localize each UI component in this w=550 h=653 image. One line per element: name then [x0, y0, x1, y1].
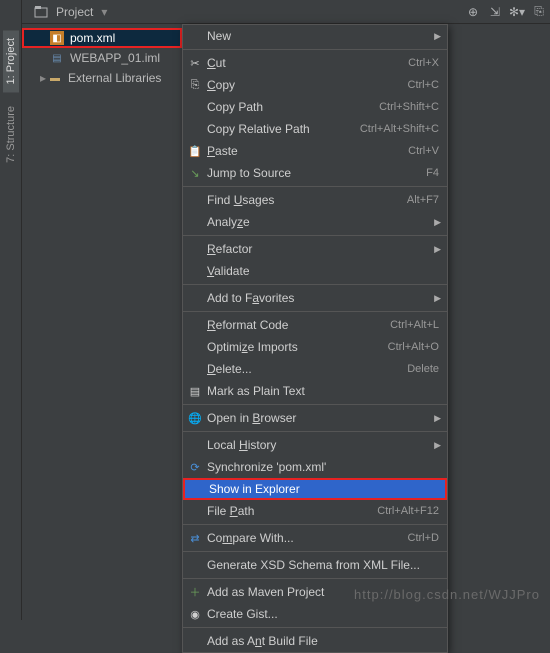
sidebar-tab-structure[interactable]: 7: Structure	[3, 98, 19, 171]
project-icon	[30, 1, 52, 23]
menu-synchronize[interactable]: ⟳Synchronize 'pom.xml'	[183, 456, 447, 478]
menu-paste[interactable]: 📋PasteCtrl+V	[183, 140, 447, 162]
github-icon: ◉	[187, 608, 203, 621]
menu-new[interactable]: New▶	[183, 25, 447, 47]
menu-mark-plain[interactable]: ▤Mark as Plain Text	[183, 380, 447, 402]
menu-cut[interactable]: ✂CutCtrl+X	[183, 52, 447, 74]
menu-optimize-imports[interactable]: Optimize ImportsCtrl+Alt+O	[183, 336, 447, 358]
menu-separator	[183, 627, 447, 628]
menu-separator	[183, 49, 447, 50]
dropdown-icon[interactable]: ▾	[101, 5, 107, 19]
menu-separator	[183, 524, 447, 525]
paste-icon: 📋	[187, 145, 203, 158]
menu-reformat[interactable]: Reformat CodeCtrl+Alt+L	[183, 314, 447, 336]
menu-add-maven[interactable]: ＋Add as Maven Project	[183, 581, 447, 603]
tree-item-pom[interactable]: ◧ pom.xml	[22, 28, 182, 48]
copy-icon: ⎘	[187, 79, 203, 92]
tree-item-label: pom.xml	[70, 31, 115, 45]
menu-copy[interactable]: ⎘CopyCtrl+C	[183, 74, 447, 96]
settings-gear-icon[interactable]: ✻▾	[506, 1, 528, 23]
add-icon: ＋	[187, 584, 203, 600]
menu-file-path[interactable]: File PathCtrl+Alt+F12	[183, 500, 447, 522]
tree-item-iml[interactable]: ▤ WEBAPP_01.iml	[22, 48, 182, 68]
menu-create-gist[interactable]: ◉Create Gist...	[183, 603, 447, 625]
menu-separator	[183, 404, 447, 405]
menu-find-usages[interactable]: Find UsagesAlt+F7	[183, 189, 447, 211]
menu-compare[interactable]: ⇄Compare With...Ctrl+D	[183, 527, 447, 549]
browser-icon: 🌐	[187, 412, 203, 425]
project-toolbar: Project ▾ ⊕ ⇲ ✻▾ ⎘	[0, 0, 550, 24]
sync-icon: ⟳	[187, 461, 203, 474]
menu-show-in-explorer[interactable]: Show in Explorer	[183, 478, 447, 500]
xml-file-icon: ◧	[50, 31, 64, 45]
project-tree: ◧ pom.xml ▤ WEBAPP_01.iml ▸ ▬ External L…	[22, 24, 182, 88]
scroll-target-icon[interactable]: ⊕	[462, 1, 484, 23]
menu-local-history[interactable]: Local History▶	[183, 434, 447, 456]
menu-separator	[183, 578, 447, 579]
menu-separator	[183, 311, 447, 312]
menu-generate-xsd[interactable]: Generate XSD Schema from XML File...	[183, 554, 447, 576]
submenu-arrow-icon: ▶	[434, 413, 441, 424]
menu-copy-relative-path[interactable]: Copy Relative PathCtrl+Alt+Shift+C	[183, 118, 447, 140]
library-icon: ▬	[48, 71, 62, 85]
menu-open-browser[interactable]: 🌐Open in Browser▶	[183, 407, 447, 429]
menu-copy-path[interactable]: Copy PathCtrl+Shift+C	[183, 96, 447, 118]
menu-jump-to-source[interactable]: ↘Jump to SourceF4	[183, 162, 447, 184]
project-label: Project	[56, 5, 93, 19]
jump-icon: ↘	[187, 167, 203, 180]
menu-validate[interactable]: Validate	[183, 260, 447, 282]
expand-icon[interactable]: ▸	[40, 71, 46, 85]
menu-add-ant[interactable]: Add as Ant Build File	[183, 630, 447, 652]
tool-window-sidebar: 1: Project 7: Structure	[0, 0, 22, 620]
menu-separator	[183, 284, 447, 285]
context-menu: New▶ ✂CutCtrl+X ⎘CopyCtrl+C Copy PathCtr…	[182, 24, 448, 653]
tree-item-label: WEBAPP_01.iml	[70, 51, 160, 65]
submenu-arrow-icon: ▶	[434, 244, 441, 255]
cut-icon: ✂	[187, 57, 203, 70]
menu-analyze[interactable]: Analyze▶	[183, 211, 447, 233]
submenu-arrow-icon: ▶	[434, 440, 441, 451]
module-file-icon: ▤	[50, 51, 64, 65]
compare-icon: ⇄	[187, 532, 203, 545]
tree-item-libraries[interactable]: ▸ ▬ External Libraries	[22, 68, 182, 88]
menu-separator	[183, 186, 447, 187]
plain-text-icon: ▤	[187, 385, 203, 398]
submenu-arrow-icon: ▶	[434, 31, 441, 42]
menu-separator	[183, 551, 447, 552]
menu-separator	[183, 235, 447, 236]
hide-icon[interactable]: ⎘	[528, 1, 550, 23]
submenu-arrow-icon: ▶	[434, 293, 441, 304]
collapse-icon[interactable]: ⇲	[484, 1, 506, 23]
submenu-arrow-icon: ▶	[434, 217, 441, 228]
menu-delete[interactable]: Delete...Delete	[183, 358, 447, 380]
menu-separator	[183, 431, 447, 432]
menu-refactor[interactable]: Refactor▶	[183, 238, 447, 260]
sidebar-tab-project[interactable]: 1: Project	[3, 30, 19, 92]
menu-favorites[interactable]: Add to Favorites▶	[183, 287, 447, 309]
tree-item-label: External Libraries	[68, 71, 161, 85]
